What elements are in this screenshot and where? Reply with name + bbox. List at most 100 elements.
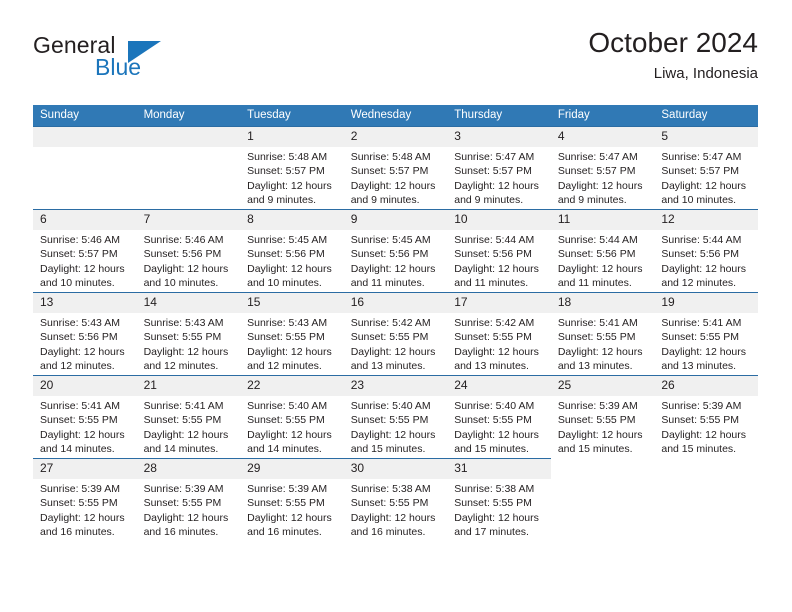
day-number: 4 [550, 127, 655, 147]
weekday-header-thursday: Thursday [447, 105, 551, 127]
daylight-text: Daylight: 12 hours and 9 minutes. [350, 179, 436, 207]
calendar-day-cell[interactable]: 16 Sunrise: 5:42 AM Sunset: 5:55 PM Dayligh… [343, 292, 448, 376]
calendar-day-cell[interactable]: 18 Sunrise: 5:41 AM Sunset: 5:55 PM Dayligh… [550, 292, 655, 376]
day-sun-info: Sunrise: 5:41 AM Sunset: 5:55 PM Daylight:… [33, 396, 137, 457]
day-number: 14 [136, 293, 241, 313]
calendar-day-cell[interactable]: 8 Sunrise: 5:45 AM Sunset: 5:56 PM Daylight… [240, 209, 344, 293]
sunrise-text: Sunrise: 5:41 AM [661, 317, 742, 329]
day-number: 17 [447, 293, 551, 313]
calendar-week-row: 27 Sunrise: 5:39 AM Sunset: 5:55 PM Dayligh… [33, 458, 758, 541]
calendar-week-row: 6 Sunrise: 5:46 AM Sunset: 5:57 PM Daylight… [33, 209, 758, 293]
day-number: 31 [447, 459, 551, 479]
sunset-text: Sunset: 5:55 PM [143, 414, 222, 427]
calendar-day-cell[interactable]: 1 Sunrise: 5:48 AM Sunset: 5:57 PM Daylight… [240, 126, 344, 210]
day-sun-info: Sunrise: 5:44 AM Sunset: 5:56 PM Daylight:… [654, 230, 758, 291]
sunset-text: Sunset: 5:55 PM [350, 331, 429, 344]
calendar-day-cell[interactable]: 10 Sunrise: 5:44 AM Sunset: 5:56 PM Dayligh… [447, 209, 551, 293]
day-number [654, 459, 758, 479]
sunrise-text: Sunrise: 5:42 AM [454, 317, 535, 329]
sunset-text: Sunset: 5:57 PM [40, 248, 118, 261]
sunset-text: Sunset: 5:56 PM [661, 248, 740, 261]
calendar-day-cell[interactable]: 22 Sunrise: 5:40 AM Sunset: 5:55 PM Dayligh… [240, 375, 344, 459]
day-number: 6 [33, 210, 137, 230]
sunrise-text: Sunrise: 5:46 AM [143, 234, 224, 246]
calendar-day-cell[interactable]: 6 Sunrise: 5:46 AM Sunset: 5:57 PM Daylight… [33, 209, 137, 293]
sunrise-text: Sunrise: 5:41 AM [557, 317, 638, 329]
sunrise-text: Sunrise: 5:38 AM [454, 483, 535, 495]
day-number: 3 [447, 127, 551, 147]
day-number: 28 [136, 459, 241, 479]
calendar-day-cell[interactable]: 28 Sunrise: 5:39 AM Sunset: 5:55 PM Dayligh… [136, 458, 241, 541]
day-number [551, 459, 655, 479]
daylight-text: Daylight: 12 hours and 13 minutes. [454, 345, 539, 373]
sunrise-text: Sunrise: 5:47 AM [454, 151, 535, 163]
day-sun-info: Sunrise: 5:47 AM Sunset: 5:57 PM Daylight:… [447, 147, 551, 208]
calendar-day-cell[interactable]: 29 Sunrise: 5:39 AM Sunset: 5:55 PM Dayligh… [240, 458, 344, 541]
day-sun-info: Sunrise: 5:43 AM Sunset: 5:55 PM Daylight:… [137, 313, 241, 374]
calendar-day-cell[interactable]: 15 Sunrise: 5:43 AM Sunset: 5:55 PM Dayligh… [240, 292, 344, 376]
calendar-day-cell[interactable]: 4 Sunrise: 5:47 AM Sunset: 5:57 PM Daylight… [550, 126, 655, 210]
daylight-text: Daylight: 12 hours and 15 minutes. [661, 428, 747, 456]
calendar-day-cell[interactable]: 13 Sunrise: 5:43 AM Sunset: 5:56 PM Dayligh… [33, 292, 137, 376]
calendar-day-cell[interactable]: 24 Sunrise: 5:40 AM Sunset: 5:55 PM Dayligh… [447, 375, 551, 459]
sunrise-text: Sunrise: 5:43 AM [247, 317, 328, 329]
sunset-text: Sunset: 5:57 PM [661, 165, 740, 178]
day-number: 5 [654, 127, 758, 147]
calendar-day-cell[interactable]: 25 Sunrise: 5:39 AM Sunset: 5:55 PM Dayligh… [550, 375, 655, 459]
day-sun-info: Sunrise: 5:44 AM Sunset: 5:56 PM Daylight:… [551, 230, 655, 291]
day-number: 1 [240, 127, 344, 147]
daylight-text: Daylight: 12 hours and 9 minutes. [454, 179, 539, 207]
day-sun-info: Sunrise: 5:38 AM Sunset: 5:55 PM Daylight:… [344, 479, 448, 540]
day-sun-info: Sunrise: 5:43 AM Sunset: 5:55 PM Daylight:… [240, 313, 344, 374]
daylight-text: Daylight: 12 hours and 15 minutes. [454, 428, 539, 456]
sunset-text: Sunset: 5:55 PM [661, 331, 740, 344]
sunset-text: Sunset: 5:55 PM [350, 414, 429, 427]
calendar-day-cell[interactable]: 21 Sunrise: 5:41 AM Sunset: 5:55 PM Dayligh… [136, 375, 241, 459]
weekday-header-friday: Friday [550, 105, 655, 127]
day-number [136, 127, 241, 147]
calendar-day-cell[interactable]: 12 Sunrise: 5:44 AM Sunset: 5:56 PM Dayligh… [654, 209, 758, 293]
calendar-day-cell[interactable]: 11 Sunrise: 5:44 AM Sunset: 5:56 PM Dayligh… [550, 209, 655, 293]
day-number: 30 [343, 459, 448, 479]
calendar-day-cell[interactable]: 9 Sunrise: 5:45 AM Sunset: 5:56 PM Daylight… [343, 209, 448, 293]
calendar-day-cell[interactable]: 17 Sunrise: 5:42 AM Sunset: 5:55 PM Dayligh… [447, 292, 551, 376]
sunrise-text: Sunrise: 5:39 AM [40, 483, 120, 495]
day-sun-info: Sunrise: 5:41 AM Sunset: 5:55 PM Daylight:… [137, 396, 241, 457]
sunrise-text: Sunrise: 5:47 AM [557, 151, 638, 163]
calendar-week-row: 1 Sunrise: 5:48 AM Sunset: 5:57 PM Daylight… [33, 126, 758, 210]
calendar-week-row: 13 Sunrise: 5:43 AM Sunset: 5:56 PM Dayligh… [33, 292, 758, 376]
day-sun-info: Sunrise: 5:41 AM Sunset: 5:55 PM Daylight:… [654, 313, 758, 374]
calendar-day-cell[interactable]: 30 Sunrise: 5:38 AM Sunset: 5:55 PM Dayligh… [343, 458, 448, 541]
calendar-day-cell[interactable]: 5 Sunrise: 5:47 AM Sunset: 5:57 PM Daylight… [654, 126, 758, 210]
calendar-day-cell[interactable]: 26 Sunrise: 5:39 AM Sunset: 5:55 PM Dayligh… [654, 375, 758, 459]
calendar-day-cell[interactable]: 3 Sunrise: 5:47 AM Sunset: 5:57 PM Daylight… [447, 126, 551, 210]
logo-text-blue: Blue [95, 54, 142, 80]
daylight-text: Daylight: 12 hours and 15 minutes. [557, 428, 643, 456]
calendar-day-cell[interactable]: 14 Sunrise: 5:43 AM Sunset: 5:55 PM Dayligh… [136, 292, 241, 376]
calendar-day-cell[interactable]: 19 Sunrise: 5:41 AM Sunset: 5:55 PM Dayligh… [654, 292, 758, 376]
daylight-text: Daylight: 12 hours and 16 minutes. [350, 511, 436, 539]
page-subtitle: Liwa, Indonesia [653, 65, 758, 82]
sunset-text: Sunset: 5:56 PM [454, 248, 532, 261]
calendar-day-cell[interactable]: 27 Sunrise: 5:39 AM Sunset: 5:55 PM Dayligh… [33, 458, 137, 541]
sunset-text: Sunset: 5:56 PM [557, 248, 636, 261]
day-number: 12 [654, 210, 758, 230]
calendar-day-cell[interactable]: 31 Sunrise: 5:38 AM Sunset: 5:55 PM Dayligh… [447, 458, 551, 541]
daylight-text: Daylight: 12 hours and 12 minutes. [247, 345, 332, 373]
calendar-week-row: 20 Sunrise: 5:41 AM Sunset: 5:55 PM Dayligh… [33, 375, 758, 459]
day-sun-info: Sunrise: 5:39 AM Sunset: 5:55 PM Daylight:… [137, 479, 241, 540]
general-blue-logo[interactable]: General Blue [33, 32, 213, 88]
sunset-text: Sunset: 5:55 PM [454, 331, 532, 344]
calendar-day-cell[interactable]: 20 Sunrise: 5:41 AM Sunset: 5:55 PM Dayligh… [33, 375, 137, 459]
day-sun-info: Sunrise: 5:39 AM Sunset: 5:55 PM Daylight:… [33, 479, 137, 540]
sunset-text: Sunset: 5:55 PM [40, 414, 118, 427]
weekday-header-monday: Monday [136, 105, 241, 127]
sunset-text: Sunset: 5:55 PM [557, 331, 636, 344]
calendar-day-cell[interactable]: 2 Sunrise: 5:48 AM Sunset: 5:57 PM Daylight… [343, 126, 448, 210]
sunset-text: Sunset: 5:57 PM [557, 165, 636, 178]
day-number: 25 [550, 376, 655, 396]
calendar-day-cell[interactable]: 23 Sunrise: 5:40 AM Sunset: 5:55 PM Dayligh… [343, 375, 448, 459]
calendar-empty-cell [33, 126, 137, 210]
day-number: 22 [240, 376, 344, 396]
calendar-day-cell[interactable]: 7 Sunrise: 5:46 AM Sunset: 5:56 PM Daylight… [136, 209, 241, 293]
